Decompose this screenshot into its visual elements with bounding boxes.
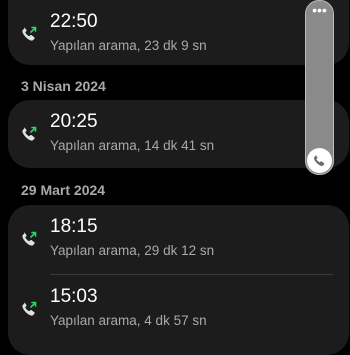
phone-icon: [313, 154, 325, 167]
call-time: 20:25: [50, 111, 98, 132]
call-time: 15:03: [50, 286, 98, 307]
date-header: 29 Mart 2024: [21, 182, 106, 198]
call-time: 22:50: [50, 11, 98, 32]
call-log-item[interactable]: 18:15 Yapılan arama, 29 dk 12 sn: [8, 205, 349, 275]
call-log-item[interactable]: 22:50 Yapılan arama, 23 dk 9 sn: [8, 0, 349, 65]
more-options-icon[interactable]: •••: [306, 3, 333, 17]
call-history-screen: 22:50 Yapılan arama, 23 dk 9 sn 3 Nisan …: [0, 0, 350, 355]
scroll-thumb[interactable]: [307, 148, 332, 173]
outgoing-call-icon: [22, 126, 37, 141]
outgoing-call-icon: [22, 26, 37, 41]
call-detail: Yapılan arama, 14 dk 41 sn: [50, 138, 215, 153]
call-detail: Yapılan arama, 29 dk 12 sn: [50, 243, 215, 258]
outgoing-call-icon: [22, 301, 37, 316]
date-header: 3 Nisan 2024: [21, 78, 106, 94]
call-group-card: 18:15 Yapılan arama, 29 dk 12 sn 15:03 Y…: [8, 205, 349, 355]
call-detail: Yapılan arama, 23 dk 9 sn: [50, 38, 207, 53]
outgoing-call-icon: [22, 231, 37, 246]
call-group-card: 20:25 Yapılan arama, 14 dk 41 sn: [8, 100, 349, 168]
call-time: 18:15: [50, 216, 98, 237]
fast-scrollbar[interactable]: •••: [305, 0, 334, 175]
call-detail: Yapılan arama, 4 dk 57 sn: [50, 313, 207, 328]
call-log-item[interactable]: 20:25 Yapılan arama, 14 dk 41 sn: [8, 100, 349, 168]
call-group-card: 22:50 Yapılan arama, 23 dk 9 sn: [8, 0, 349, 65]
call-log-item[interactable]: 15:03 Yapılan arama, 4 dk 57 sn: [8, 275, 349, 343]
